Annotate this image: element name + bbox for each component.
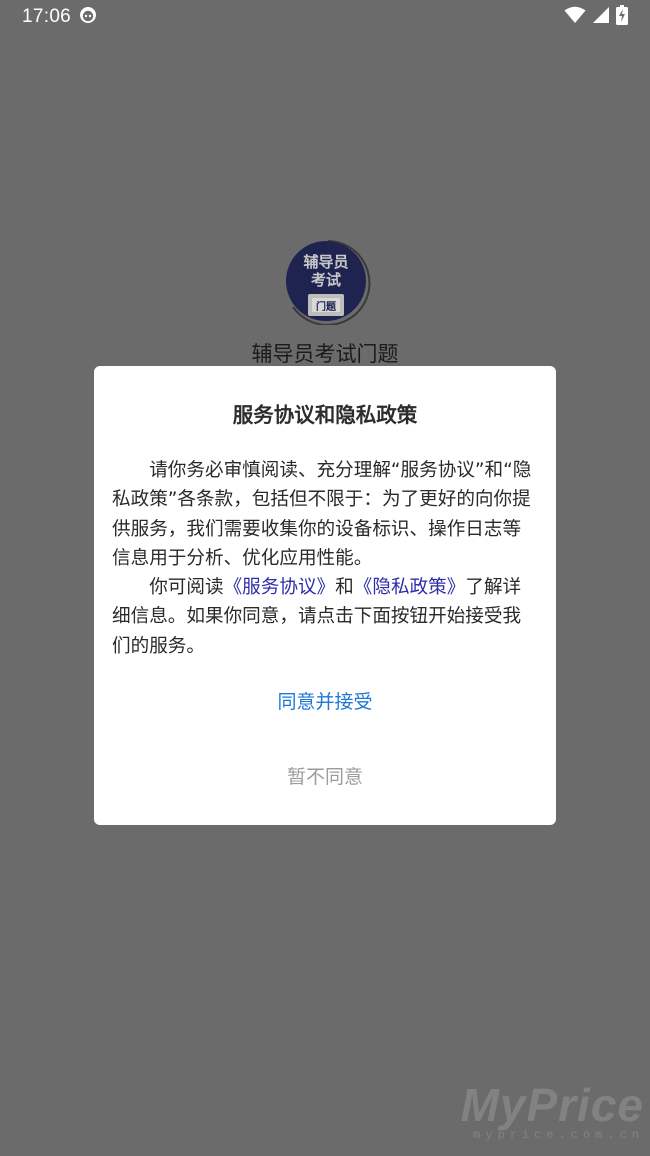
dialog-paragraph-2: 你可阅读《服务协议》和《隐私政策》了解详细信息。如果你同意，请点击下面按钮开始接… (112, 573, 539, 661)
dialog-paragraph-1: 请你务必审慎阅读、充分理解“服务协议”和“隐私政策”各条款，包括但不限于：为了更… (112, 460, 532, 569)
app-notification-icon (79, 6, 97, 28)
disagree-button[interactable]: 暂不同意 (94, 759, 556, 795)
status-right (564, 5, 628, 29)
cellular-signal-icon (592, 6, 610, 28)
status-left: 17:06 (22, 6, 97, 28)
logo-text-line1: 辅导员 (303, 253, 348, 271)
app-logo: 辅导员 考试 门题 (283, 239, 373, 326)
logo-badge-text: 门题 (316, 300, 337, 313)
agree-button[interactable]: 同意并接受 (94, 684, 556, 720)
dialog-title: 服务协议和隐私政策 (232, 403, 418, 427)
status-bar: 17:06 (0, 0, 650, 34)
dialog-body: 请你务必审慎阅读、充分理解“服务协议”和“隐私政策”各条款，包括但不限于：为了更… (112, 456, 539, 661)
paragraph2-and: 和 (335, 577, 354, 599)
logo-text-line2: 考试 (311, 271, 341, 289)
privacy-policy-link[interactable]: 《隐私政策》 (354, 577, 466, 598)
watermark: MyPrice myprice.com.cn (461, 1082, 644, 1142)
privacy-dialog: 服务协议和隐私政策 请你务必审慎阅读、充分理解“服务协议”和“隐私政策”各条款，… (94, 366, 556, 825)
watermark-sub: myprice.com.cn (473, 1128, 644, 1142)
battery-charging-icon (616, 5, 628, 29)
wifi-icon (564, 6, 586, 28)
status-time: 17:06 (22, 6, 72, 27)
watermark-main: MyPrice (460, 1079, 644, 1131)
service-agreement-link[interactable]: 《服务协议》 (224, 577, 336, 598)
app-name: 辅导员考试门题 (251, 342, 399, 366)
paragraph2-prefix: 你可阅读 (149, 577, 224, 599)
